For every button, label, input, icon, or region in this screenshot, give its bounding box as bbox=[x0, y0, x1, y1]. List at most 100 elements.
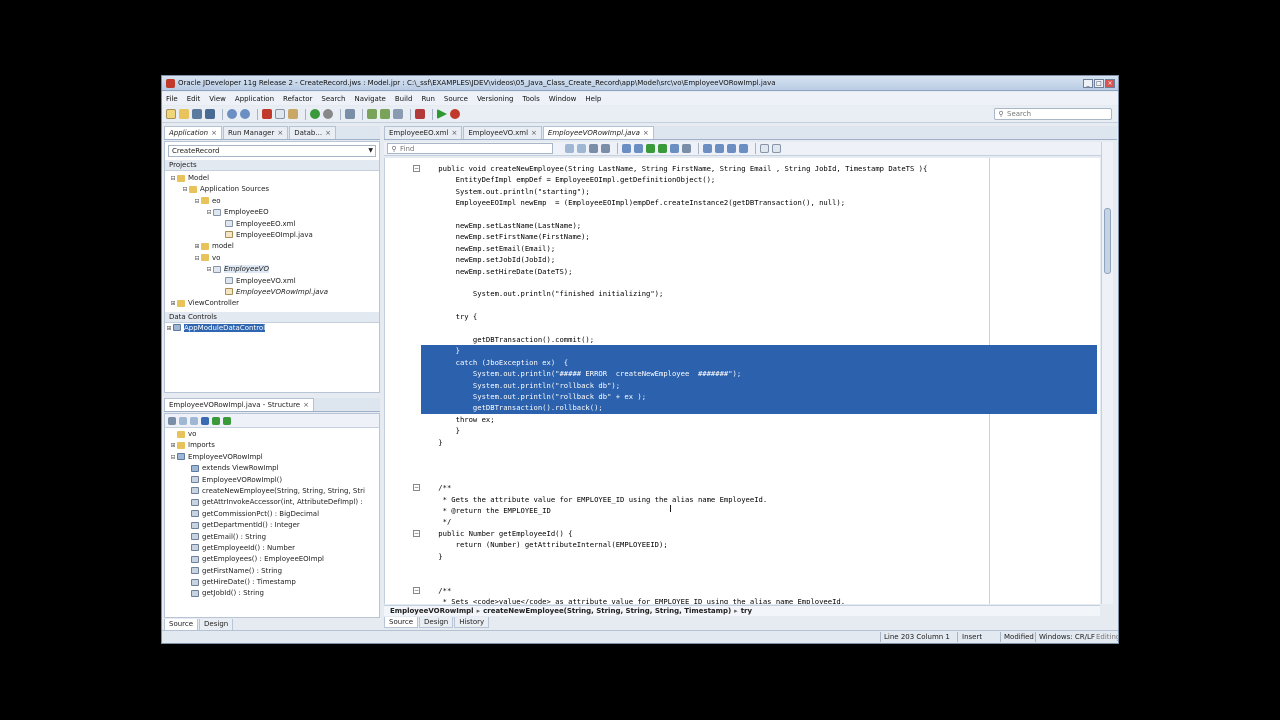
show-inherited-icon[interactable] bbox=[212, 416, 220, 425]
close-icon[interactable]: × bbox=[325, 129, 331, 137]
code-line[interactable]: EmployeeEOImpl newEmp = (EmployeeEOImpl)… bbox=[421, 197, 1100, 208]
close-icon[interactable]: × bbox=[211, 129, 217, 137]
menu-file[interactable]: File bbox=[166, 95, 178, 103]
code-line[interactable]: } bbox=[421, 425, 1100, 436]
data-control-item[interactable]: ⊞ AppModuleDataControl bbox=[165, 323, 379, 334]
bookmark-icon[interactable] bbox=[703, 144, 712, 153]
tab-database[interactable]: Datab... × bbox=[289, 126, 336, 139]
save-icon[interactable] bbox=[192, 109, 202, 119]
fold-toggle-icon[interactable]: − bbox=[413, 165, 420, 172]
tab-design[interactable]: Design bbox=[419, 617, 454, 628]
tree-item[interactable]: getDepartmentId() : Integer bbox=[165, 520, 379, 531]
debug-icon[interactable] bbox=[450, 109, 460, 119]
tab-employeeeo-xml[interactable]: EmployeeEO.xml × bbox=[384, 126, 463, 139]
breadcrumb-block[interactable]: try bbox=[738, 607, 755, 615]
code-line[interactable]: */ bbox=[421, 516, 1100, 527]
code-line[interactable] bbox=[421, 300, 1100, 311]
tree-item[interactable]: getEmail() : String bbox=[165, 532, 379, 543]
code-editor[interactable]: I public void createNewEmployee(String L… bbox=[384, 158, 1100, 604]
show-fields-icon[interactable] bbox=[190, 416, 198, 425]
data-controls-header[interactable]: Data Controls bbox=[165, 311, 379, 323]
collapse-icon[interactable]: ⊟ bbox=[205, 264, 213, 275]
projects-header[interactable]: Projects bbox=[165, 160, 379, 171]
tab-source[interactable]: Source bbox=[384, 617, 419, 628]
split-icon[interactable] bbox=[760, 144, 769, 153]
editor-vertical-scrollbar[interactable] bbox=[1101, 142, 1113, 604]
code-line[interactable]: } bbox=[421, 345, 1100, 356]
breadcrumb-method[interactable]: createNewEmployee(String, String, String… bbox=[480, 607, 734, 615]
block-icon[interactable] bbox=[634, 144, 643, 153]
menu-navigate[interactable]: Navigate bbox=[354, 95, 385, 103]
tree-item[interactable]: getCommissionPct() : BigDecimal bbox=[165, 509, 379, 520]
collapse-icon[interactable]: ⊟ bbox=[181, 184, 189, 195]
code-line[interactable] bbox=[421, 448, 1100, 459]
expand-icon[interactable] bbox=[223, 416, 231, 425]
tree-item[interactable]: extends ViewRowImpl bbox=[165, 463, 379, 474]
tree-item[interactable]: vo bbox=[165, 429, 379, 440]
code-line[interactable]: newEmp.setJobId(JobId); bbox=[421, 254, 1100, 265]
tab-run-manager[interactable]: Run Manager × bbox=[223, 126, 289, 139]
application-select[interactable]: CreateRecord ▼ bbox=[168, 145, 376, 157]
code-line[interactable]: catch (JboException ex) { bbox=[421, 357, 1100, 368]
tree-item[interactable]: EmployeeVORowImpl() bbox=[165, 475, 379, 486]
global-search[interactable]: ⚲ bbox=[994, 108, 1112, 120]
close-icon[interactable]: × bbox=[277, 129, 283, 137]
find-input[interactable] bbox=[400, 144, 540, 153]
menu-run[interactable]: Run bbox=[421, 95, 434, 103]
cut-icon[interactable] bbox=[262, 109, 272, 119]
expand-icon[interactable]: ⊞ bbox=[193, 241, 201, 252]
code-line[interactable]: * @return the EMPLOYEE_ID bbox=[421, 505, 1100, 516]
code-line[interactable]: } bbox=[421, 551, 1100, 562]
menu-refactor[interactable]: Refactor bbox=[283, 95, 312, 103]
new-icon[interactable] bbox=[166, 109, 176, 119]
tree-item[interactable]: getAttrInvokeAccessor(int, AttributeDefI… bbox=[165, 497, 379, 508]
code-line[interactable]: } bbox=[421, 437, 1100, 448]
fold-toggle-icon[interactable]: − bbox=[413, 484, 420, 492]
close-button[interactable]: × bbox=[1105, 78, 1115, 88]
menu-view[interactable]: View bbox=[209, 95, 226, 103]
expand-icon[interactable]: ⊞ bbox=[169, 440, 177, 451]
code-line[interactable]: /** bbox=[421, 482, 1100, 493]
run-icon[interactable] bbox=[437, 109, 447, 119]
collapse-icon[interactable]: ⊟ bbox=[193, 253, 201, 264]
tree-item[interactable]: EmployeeEOImpl.java bbox=[165, 230, 379, 241]
code-line[interactable]: EntityDefImpl empDef = EmployeeEOImpl.ge… bbox=[421, 174, 1100, 185]
code-line[interactable] bbox=[421, 323, 1100, 334]
rebuild-icon[interactable] bbox=[380, 109, 390, 119]
code-line[interactable]: System.out.println("##### ERROR createNe… bbox=[421, 368, 1100, 379]
code-line[interactable]: throw ex; bbox=[421, 414, 1100, 425]
build-tool-icon[interactable] bbox=[415, 109, 425, 119]
forward-icon[interactable] bbox=[323, 109, 333, 119]
fold-toggle-icon[interactable]: − bbox=[413, 529, 420, 537]
close-icon[interactable]: × bbox=[451, 129, 457, 137]
tree-item[interactable]: createNewEmployee(String, String, String… bbox=[165, 486, 379, 497]
code-line[interactable]: public Number getEmployeeId() { bbox=[421, 528, 1100, 539]
deploy-icon[interactable] bbox=[345, 109, 355, 119]
uncomment-icon[interactable] bbox=[670, 144, 679, 153]
menu-application[interactable]: Application bbox=[235, 95, 274, 103]
indent-icon[interactable] bbox=[682, 144, 691, 153]
code-line[interactable]: newEmp.setLastName(LastName); bbox=[421, 220, 1100, 231]
minimize-button[interactable]: _ bbox=[1083, 78, 1093, 88]
tree-item[interactable]: getHireDate() : Timestamp bbox=[165, 577, 379, 588]
close-icon[interactable]: × bbox=[303, 401, 309, 409]
tree-item[interactable]: ⊞ Imports bbox=[165, 440, 379, 451]
tree-item[interactable]: ⊞ model bbox=[165, 241, 379, 252]
open-icon[interactable] bbox=[179, 109, 189, 119]
close-icon[interactable]: × bbox=[643, 129, 649, 137]
menu-versioning[interactable]: Versioning bbox=[477, 95, 514, 103]
code-line[interactable] bbox=[421, 277, 1100, 288]
redo-icon[interactable] bbox=[240, 109, 250, 119]
comment-icon[interactable] bbox=[658, 144, 667, 153]
code-line[interactable]: * Sets <code>value</code> as attribute v… bbox=[421, 596, 1100, 604]
compare-icon[interactable] bbox=[772, 144, 781, 153]
clean-icon[interactable] bbox=[393, 109, 403, 119]
sort-icon[interactable] bbox=[168, 416, 176, 425]
code-line[interactable]: getDBTransaction().rollback(); bbox=[421, 402, 1100, 413]
menu-tools[interactable]: Tools bbox=[523, 95, 540, 103]
breadcrumb-class[interactable]: EmployeeVORowImpl bbox=[387, 607, 477, 615]
code-line[interactable] bbox=[421, 562, 1100, 573]
back-icon[interactable] bbox=[589, 144, 598, 153]
menu-help[interactable]: Help bbox=[585, 95, 601, 103]
fold-toggle-icon[interactable]: − bbox=[413, 586, 420, 594]
